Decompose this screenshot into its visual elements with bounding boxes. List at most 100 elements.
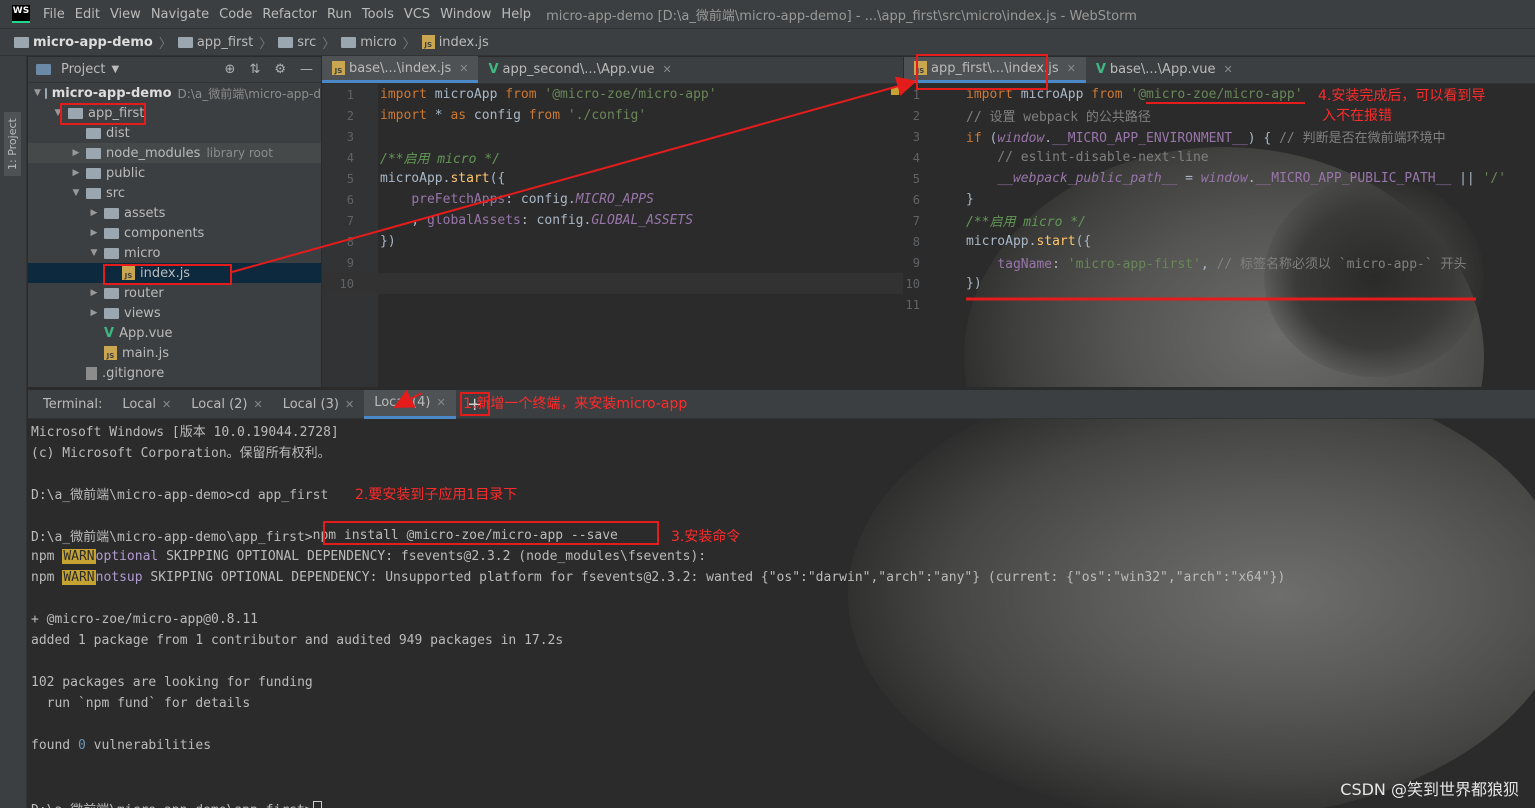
tree-item[interactable]: ▶ assets <box>28 203 321 223</box>
close-icon[interactable]: ✕ <box>436 396 445 409</box>
terminal-tab[interactable]: Local (4) ✕ <box>364 390 456 419</box>
tree-item[interactable]: dist <box>28 123 321 143</box>
code-line: 5 __webpack_public_path__ = window.__MIC… <box>912 171 1507 186</box>
menu-edit[interactable]: Edit <box>70 7 105 22</box>
code-line: 9 tagName: 'micro-app-first', // 标签名称必须以… <box>912 255 1467 273</box>
code-line: 10}) <box>905 276 982 291</box>
vue-file-icon: V <box>488 62 499 77</box>
folder-icon <box>104 247 119 259</box>
chevron-down-icon[interactable]: ▼ <box>111 64 119 75</box>
tree-item[interactable]: ▼ micro-app-demo D:\a_微前端\micro-app-d <box>28 83 321 103</box>
annotation-note-2: 2.要安装到子应用1目录下 <box>355 487 518 503</box>
terminal-tab[interactable]: Local ✕ <box>112 390 181 419</box>
annotation-box-app-first <box>60 103 146 125</box>
locate-icon[interactable]: ⊕ <box>225 62 236 77</box>
tree-item-hint: library root <box>206 146 273 160</box>
collapse-icon[interactable]: ⇅ <box>249 62 260 77</box>
watermark: CSDN @笑到世界都狼狈 <box>1340 780 1519 799</box>
annotation-note-1: 1.新增一个终端，来安装micro-app <box>463 396 688 412</box>
terminal-line: (c) Microsoft Corporation。保留所有权利。 <box>31 446 331 461</box>
annotation-box-right-tab <box>916 54 1048 90</box>
terminal-cursor <box>312 801 322 808</box>
chevron-down-icon[interactable]: ▼ <box>70 188 82 198</box>
chevron-right-icon[interactable]: ▶ <box>70 168 82 178</box>
folder-icon <box>104 307 119 319</box>
editor-left: JS base\...\index.js ✕ Vapp_second\...\App… <box>322 56 903 387</box>
terminal-label: Terminal: <box>43 396 103 412</box>
breadcrumb-item[interactable]: micro-app-demo 〉 <box>14 33 178 52</box>
warning-marker[interactable] <box>891 87 899 95</box>
annotation-box-index-js <box>103 264 232 285</box>
vue-file-icon: V <box>104 325 115 341</box>
terminal-line: 102 packages are looking for funding <box>31 675 313 690</box>
project-icon <box>36 64 51 75</box>
tree-item[interactable]: .gitignore <box>28 363 321 383</box>
tree-item[interactable]: JS main.js <box>28 343 321 363</box>
close-icon[interactable]: ✕ <box>1224 63 1233 76</box>
breadcrumb-item[interactable]: app_first 〉 <box>177 33 278 52</box>
chevron-right-icon[interactable]: ▶ <box>70 148 82 158</box>
tree-item-label: dist <box>106 125 130 141</box>
tree-item[interactable]: ▼ micro <box>28 243 321 263</box>
close-icon[interactable]: ✕ <box>1067 62 1076 75</box>
breadcrumb-item[interactable]: JS index.js <box>421 35 489 50</box>
tree-item[interactable]: ▶ views <box>28 303 321 323</box>
tree-item[interactable]: ▼ src <box>28 183 321 203</box>
tree-item[interactable]: ▶ public <box>28 163 321 183</box>
terminal-tab[interactable]: Local (3) ✕ <box>273 390 364 419</box>
menu-navigate[interactable]: Navigate <box>146 7 214 22</box>
close-icon[interactable]: ✕ <box>459 62 468 75</box>
gear-icon[interactable]: ⚙ <box>274 62 286 77</box>
terminal-panel: Terminal: Local ✕ Local (2) ✕ Local (3) ✕ L… <box>28 390 1535 808</box>
menu-vcs[interactable]: VCS <box>399 7 435 22</box>
tree-item[interactable]: ▶ components <box>28 223 321 243</box>
menu-view[interactable]: View <box>105 7 146 22</box>
close-icon[interactable]: ✕ <box>662 63 671 76</box>
editor-tab[interactable]: Vapp_second\...\App.vue ✕ <box>478 56 681 83</box>
breadcrumb: micro-app-demo 〉 app_first 〉 src 〉 micro 〉 J… <box>0 28 1535 56</box>
breadcrumb-item[interactable]: src 〉 <box>278 33 341 52</box>
tree-item[interactable]: ▶ router <box>28 283 321 303</box>
chevron-right-icon[interactable]: ▶ <box>88 308 100 318</box>
folder-icon <box>14 36 29 48</box>
folder-icon <box>104 207 119 219</box>
close-icon[interactable]: ✕ <box>254 398 263 411</box>
chevron-right-icon[interactable]: ▶ <box>88 288 100 298</box>
js-file-icon: JS <box>104 346 117 360</box>
menu-help[interactable]: Help <box>496 7 536 22</box>
tree-item-label: router <box>124 285 164 301</box>
close-icon[interactable]: ✕ <box>345 398 354 411</box>
project-title[interactable]: Project <box>61 62 105 77</box>
menu-file[interactable]: File <box>38 7 70 22</box>
project-tool-tab[interactable]: 1: Project <box>4 112 21 176</box>
chevron-right-icon[interactable]: ▶ <box>88 208 100 218</box>
code-line: 8 microApp.start({ <box>912 234 1092 249</box>
terminal-tab-bar: Terminal: Local ✕ Local (2) ✕ Local (3) ✕ L… <box>28 390 1535 419</box>
breadcrumb-item[interactable]: micro 〉 <box>341 33 421 52</box>
editor-tab[interactable]: JS base\...\index.js ✕ <box>322 56 479 83</box>
terminal-tab[interactable]: Local (2) ✕ <box>181 390 272 419</box>
chevron-right-icon[interactable]: ▶ <box>88 228 100 238</box>
chevron-down-icon[interactable]: ▼ <box>88 248 100 258</box>
menu-code[interactable]: Code <box>214 7 257 22</box>
tree-item-label: src <box>106 185 125 201</box>
tree-item-label: .gitignore <box>102 365 165 381</box>
vue-file-icon: V <box>1095 62 1106 77</box>
editor-tab[interactable]: Vbase\...\App.vue ✕ <box>1086 57 1243 83</box>
tree-item[interactable]: ▶ node_modules library root <box>28 143 321 163</box>
minimize-icon[interactable]: — <box>300 62 313 77</box>
close-icon[interactable]: ✕ <box>162 398 171 411</box>
code-area[interactable]: 1 import microApp from '@micro-zoe/micro-… <box>322 84 903 387</box>
terminal-line: + @micro-zoe/micro-app@0.8.11 <box>31 612 258 627</box>
tree-item-label: assets <box>124 205 166 221</box>
menu-tools[interactable]: Tools <box>357 7 399 22</box>
menu-run[interactable]: Run <box>322 7 357 22</box>
tool-window-strip: 1: Project <box>0 56 27 808</box>
terminal-output[interactable]: Microsoft Windows [版本 10.0.19044.2728] (… <box>28 419 1535 808</box>
menu-refactor[interactable]: Refactor <box>257 7 322 22</box>
chevron-down-icon[interactable]: ▼ <box>34 88 41 98</box>
terminal-line: Microsoft Windows [版本 10.0.19044.2728] <box>31 425 339 440</box>
tree-item[interactable]: V App.vue <box>28 323 321 343</box>
menu-window[interactable]: Window <box>435 7 496 22</box>
